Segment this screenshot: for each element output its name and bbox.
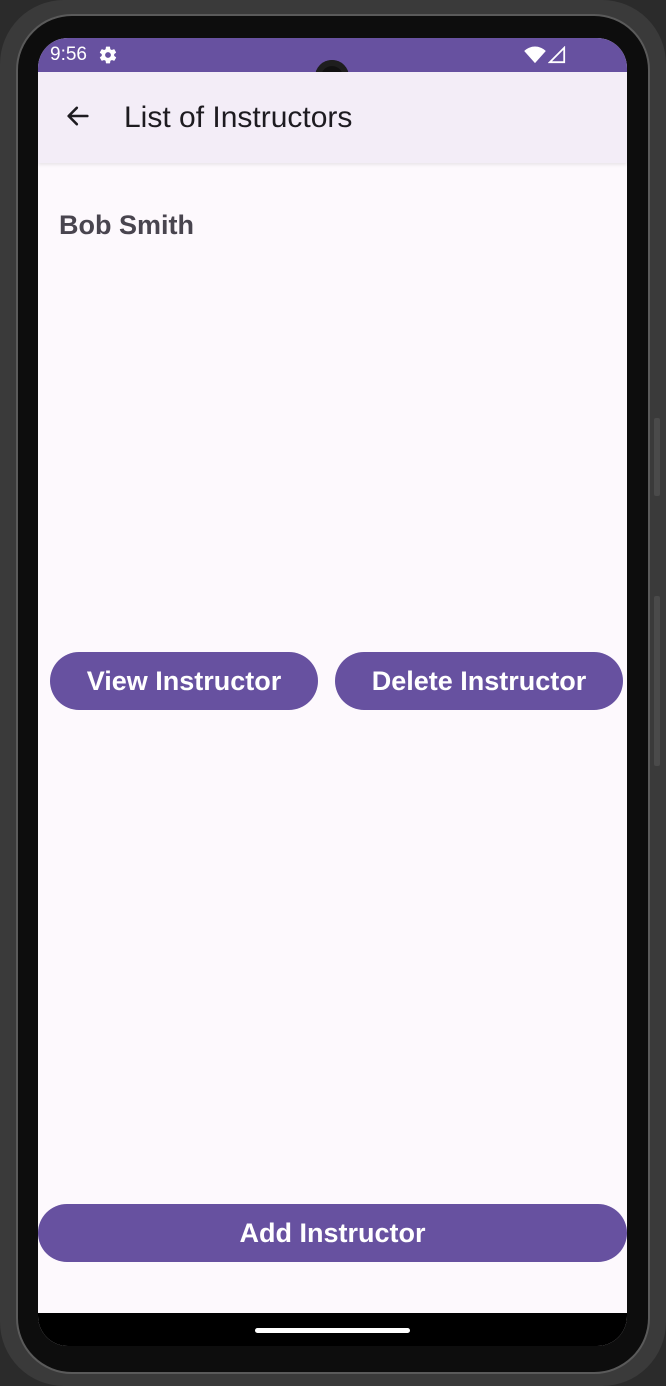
page-title: List of Instructors	[124, 101, 353, 134]
view-instructor-button[interactable]: View Instructor	[50, 652, 318, 710]
back-button[interactable]	[58, 96, 98, 136]
gear-icon	[99, 46, 117, 64]
home-indicator[interactable]	[255, 1328, 410, 1333]
arrow-left-icon	[67, 106, 89, 126]
power-button	[654, 596, 660, 766]
navigation-bar	[38, 1313, 627, 1346]
volume-button	[654, 418, 660, 496]
instructor-list-item[interactable]: Bob Smith	[59, 208, 194, 242]
device-frame: 9:56 List of Instructors Bob Smith View …	[0, 0, 666, 1386]
wifi-icon	[524, 46, 546, 64]
add-instructor-button[interactable]: Add Instructor	[38, 1204, 627, 1262]
phone-screen: 9:56 List of Instructors Bob Smith View …	[38, 38, 627, 1346]
cell-signal-icon	[548, 46, 566, 64]
status-time: 9:56	[50, 44, 87, 65]
top-app-bar: List of Instructors	[38, 72, 627, 163]
delete-instructor-button[interactable]: Delete Instructor	[335, 652, 623, 710]
